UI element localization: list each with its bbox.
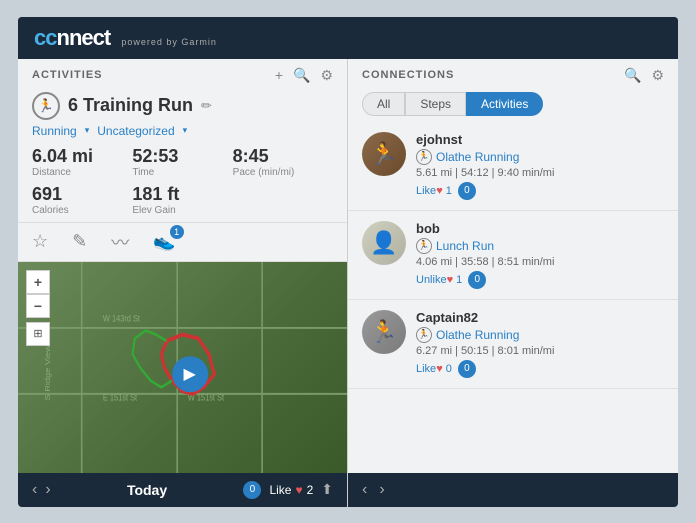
stat-time: 52:53 Time: [132, 146, 232, 178]
next-activity-button[interactable]: ›: [45, 481, 50, 499]
share-icon[interactable]: ⬆: [321, 481, 333, 498]
avatar: 🏃: [362, 132, 406, 176]
activity-link[interactable]: Lunch Run: [436, 239, 494, 253]
activity-type-small-icon: 🏃: [416, 238, 432, 254]
activities-title: ACTIVITIES: [32, 69, 103, 81]
activity-name: 6 Training Run: [68, 95, 193, 116]
connection-info: ejohnst 🏃 Olathe Running 5.61 mi | 54:12…: [416, 132, 664, 200]
activity-tags: Running ▾ Uncategorized ▾: [18, 122, 347, 140]
left-bottom-nav: ‹ › Today 0 Like ♥ 2 ⬆: [18, 473, 347, 507]
stat-elev: 181 ft Elev Gain: [132, 184, 232, 216]
main-content: ACTIVITIES + 🔍 ⚙ 🏃 6 Training Run ✏ Runn…: [18, 59, 678, 507]
connections-header: CONNECTIONS 🔍 ⚙: [348, 59, 678, 88]
connections-settings-icon[interactable]: ⚙: [651, 67, 664, 84]
like-button[interactable]: Like♥ 0: [416, 363, 452, 375]
right-bottom-nav: ‹ ›: [348, 473, 678, 507]
app-logo: ccnnect powered by Garmin: [34, 25, 217, 51]
activities-header: ACTIVITIES + 🔍 ⚙: [18, 59, 347, 88]
activity-title-row: 🏃 6 Training Run ✏: [18, 88, 347, 122]
today-label: Today: [59, 482, 236, 498]
connection-item: 🏃 Captain82 🏃 Olathe Running 6.27 mi | 5…: [348, 300, 678, 389]
tab-activities[interactable]: Activities: [466, 92, 543, 116]
heart-icon: ♥: [295, 483, 302, 497]
stats-grid2: 691 Calories 181 ft Elev Gain: [18, 184, 347, 222]
activity-type-icon: 🏃: [32, 92, 60, 120]
activity-type-small-icon: 🏃: [416, 327, 432, 343]
left-panel: ACTIVITIES + 🔍 ⚙ 🏃 6 Training Run ✏ Runn…: [18, 59, 348, 507]
activity-link[interactable]: Olathe Running: [436, 150, 519, 164]
add-icon[interactable]: +: [275, 67, 283, 83]
connection-activity: 🏃 Lunch Run: [416, 238, 664, 254]
connection-stats: 5.61 mi | 54:12 | 9:40 min/mi: [416, 167, 664, 179]
map-controls: + − ⊞: [26, 270, 50, 346]
connection-info: bob 🏃 Lunch Run 4.06 mi | 35:58 | 8:51 m…: [416, 221, 664, 289]
connection-stats: 4.06 mi | 35:58 | 8:51 min/mi: [416, 256, 664, 268]
play-button[interactable]: ▶: [172, 356, 208, 392]
edit-action-icon[interactable]: ✎: [72, 231, 87, 252]
comment-badge[interactable]: 0: [458, 360, 476, 378]
svg-text:E 151st St: E 151st St: [103, 391, 138, 402]
tab-steps[interactable]: Steps: [405, 92, 466, 116]
action-bar: ☆ ✎ 〰 👟 1: [18, 222, 347, 262]
avatar: 🏃: [362, 310, 406, 354]
connections-next-button[interactable]: ›: [379, 481, 384, 499]
edit-icon[interactable]: ✏: [201, 98, 212, 114]
svg-text:W 143rd St: W 143rd St: [103, 312, 141, 323]
avatar: 👤: [362, 221, 406, 265]
layers-button[interactable]: ⊞: [26, 322, 50, 346]
connection-name: ejohnst: [416, 132, 664, 147]
shoes-badge: 1: [170, 225, 184, 239]
star-icon[interactable]: ☆: [32, 231, 48, 252]
connections-list: 🏃 ejohnst 🏃 Olathe Running 5.61 mi | 54:…: [348, 122, 678, 473]
unlike-button[interactable]: Unlike♥ 1: [416, 274, 462, 286]
connection-actions: Like♥ 1 0: [416, 182, 664, 200]
like-count: 2: [307, 483, 314, 497]
connection-actions: Like♥ 0 0: [416, 360, 664, 378]
map-background: S Ridge View Rd W 143rd St E 151st St W …: [18, 262, 347, 473]
settings-icon[interactable]: ⚙: [320, 67, 333, 84]
top-bar: ccnnect powered by Garmin: [18, 17, 678, 59]
chart-icon[interactable]: 〰: [111, 229, 129, 255]
connection-item: 👤 bob 🏃 Lunch Run 4.06 mi | 35:58 | 8:51…: [348, 211, 678, 300]
map-area: S Ridge View Rd W 143rd St E 151st St W …: [18, 262, 347, 473]
zoom-in-button[interactable]: +: [26, 270, 50, 294]
activities-header-icons: + 🔍 ⚙: [275, 67, 333, 84]
like-button[interactable]: Like♥ 1: [416, 185, 452, 197]
comment-badge[interactable]: 0: [458, 182, 476, 200]
app-container: ccnnect powered by Garmin ACTIVITIES + 🔍…: [18, 17, 678, 507]
powered-by-label: powered by Garmin: [121, 37, 217, 47]
connection-item: 🏃 ejohnst 🏃 Olathe Running 5.61 mi | 54:…: [348, 122, 678, 211]
search-icon[interactable]: 🔍: [293, 67, 310, 84]
category-tag[interactable]: Uncategorized: [97, 124, 174, 138]
stat-pace: 8:45 Pace (min/mi): [233, 146, 333, 178]
activity-link[interactable]: Olathe Running: [436, 328, 519, 342]
zoom-out-button[interactable]: −: [26, 294, 50, 318]
stat-calories: 691 Calories: [32, 184, 132, 216]
like-section: Like ♥ 2: [269, 483, 313, 497]
connection-activity: 🏃 Olathe Running: [416, 327, 664, 343]
connections-prev-button[interactable]: ‹: [362, 481, 367, 499]
stats-grid: 6.04 mi Distance 52:53 Time 8:45 Pace (m…: [18, 140, 347, 184]
connection-info: Captain82 🏃 Olathe Running 6.27 mi | 50:…: [416, 310, 664, 378]
connection-actions: Unlike♥ 1 0: [416, 271, 664, 289]
shoes-icon[interactable]: 👟 1: [153, 231, 175, 252]
connections-tabs: All Steps Activities: [348, 88, 678, 122]
connection-activity: 🏃 Olathe Running: [416, 149, 664, 165]
tab-all[interactable]: All: [362, 92, 405, 116]
comment-badge[interactable]: 0: [468, 271, 486, 289]
stat-distance: 6.04 mi Distance: [32, 146, 132, 178]
right-panel: CONNECTIONS 🔍 ⚙ All Steps Activities 🏃: [348, 59, 678, 507]
connection-stats: 6.27 mi | 50:15 | 8:01 min/mi: [416, 345, 664, 357]
connections-title: CONNECTIONS: [362, 69, 454, 81]
activity-type-small-icon: 🏃: [416, 149, 432, 165]
connections-header-icons: 🔍 ⚙: [624, 67, 664, 84]
connection-name: bob: [416, 221, 664, 236]
running-tag[interactable]: Running: [32, 124, 77, 138]
left-comment-badge[interactable]: 0: [243, 481, 261, 499]
connections-search-icon[interactable]: 🔍: [624, 67, 641, 84]
prev-activity-button[interactable]: ‹: [32, 481, 37, 499]
connection-name: Captain82: [416, 310, 664, 325]
